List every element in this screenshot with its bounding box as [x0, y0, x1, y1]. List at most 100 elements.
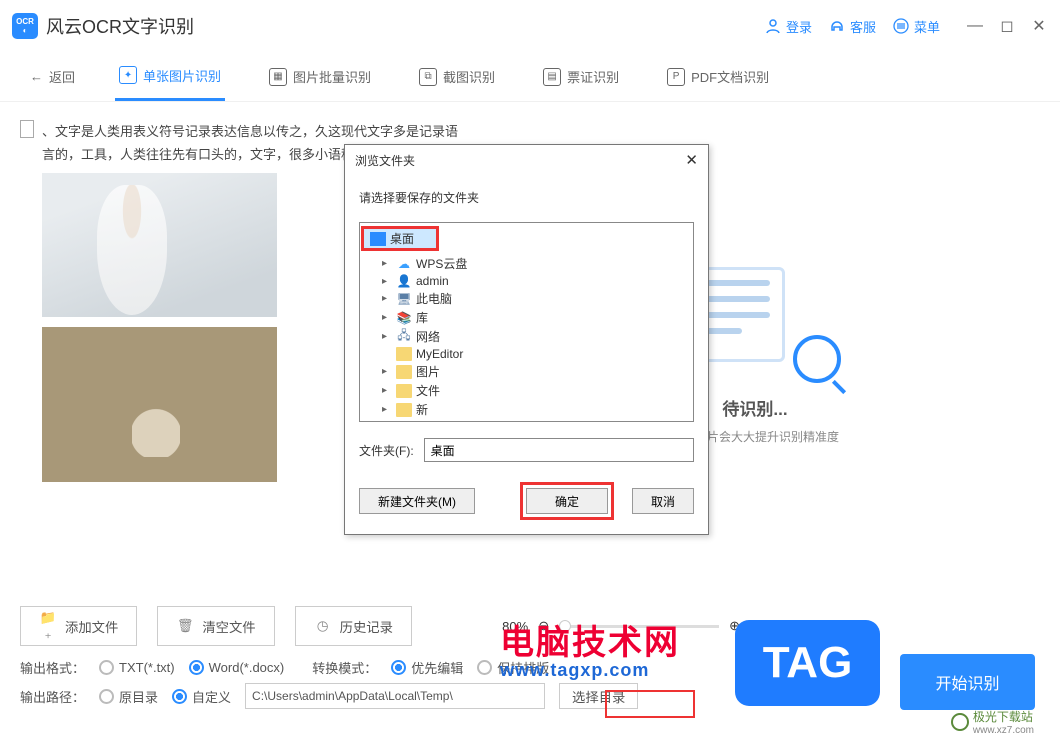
- radio-edit-first[interactable]: 优先编辑: [391, 658, 463, 677]
- browse-folder-dialog: 浏览文件夹 ✕ 请选择要保存的文件夹 桌面 ▸☁WPS云盘 ▸👤admin ▸🖥…: [344, 144, 709, 535]
- tree-item-net[interactable]: ▸🖧网络: [362, 327, 691, 346]
- zoom-control: 80% ⊖ ⊕: [502, 618, 740, 634]
- tab-ticket[interactable]: ▤票证识别: [539, 53, 623, 101]
- cancel-button[interactable]: 取消: [632, 488, 694, 514]
- ok-button[interactable]: 确定: [526, 488, 608, 514]
- cloud-icon: ☁: [396, 257, 412, 271]
- tree-item-resources[interactable]: 资源文件: [362, 419, 691, 422]
- tree-item-admin[interactable]: ▸👤admin: [362, 273, 691, 289]
- tab-batch-image[interactable]: ▦图片批量识别: [265, 53, 375, 101]
- pdf-icon: P: [667, 68, 685, 86]
- back-label: 返回: [49, 67, 75, 86]
- zoom-in-button[interactable]: ⊕: [729, 618, 740, 634]
- tree-item-desktop[interactable]: 桌面: [364, 229, 436, 248]
- new-folder-button[interactable]: 新建文件夹(M): [359, 488, 475, 514]
- tab-single-image[interactable]: ✦单张图片识别: [115, 53, 225, 101]
- clock-icon: ◷: [314, 617, 332, 635]
- zoom-slider[interactable]: [559, 625, 719, 628]
- app-title: 风云OCR文字识别: [46, 13, 194, 39]
- folder-plus-icon: 📁₊: [39, 617, 57, 635]
- tree-item-pc[interactable]: ▸🖥此电脑: [362, 289, 691, 308]
- folder-name-row: 文件夹(F):: [359, 438, 694, 462]
- path-input[interactable]: [245, 683, 545, 709]
- page-thumb[interactable]: [20, 120, 34, 138]
- photo-1: [42, 173, 277, 317]
- clear-file-button[interactable]: 🗑清空文件: [157, 606, 274, 646]
- dialog-title-bar[interactable]: 浏览文件夹 ✕: [345, 145, 708, 175]
- path-label: 输出路径：: [20, 687, 85, 706]
- minimize-button[interactable]: —: [966, 17, 984, 35]
- tree-item-images[interactable]: ▸图片: [362, 362, 691, 381]
- images-icon: ▦: [269, 68, 287, 86]
- support-button[interactable]: 客服: [828, 17, 876, 36]
- dialog-title: 浏览文件夹: [355, 152, 415, 169]
- crop-icon: ⧉: [419, 68, 437, 86]
- support-label: 客服: [850, 17, 876, 36]
- maximize-button[interactable]: ◻: [998, 17, 1016, 35]
- desktop-icon: [370, 232, 386, 246]
- dialog-body: 请选择要保存的文件夹 桌面 ▸☁WPS云盘 ▸👤admin ▸🖥此电脑 ▸📚库 …: [345, 175, 708, 472]
- tab-pdf[interactable]: PPDF文档识别: [663, 53, 773, 101]
- tree-item-myeditor[interactable]: MyEditor: [362, 346, 691, 362]
- arrow-left-icon: ←: [30, 69, 43, 84]
- tab-screenshot[interactable]: ⧉截图识别: [415, 53, 499, 101]
- network-icon: 🖧: [396, 330, 412, 344]
- library-icon: 📚: [396, 311, 412, 325]
- placeholder-title: 待识别...: [722, 395, 787, 420]
- zoom-out-button[interactable]: ⊖: [538, 618, 549, 634]
- tabbar: ← 返回 ✦单张图片识别 ▦图片批量识别 ⧉截图识别 ▤票证识别 PPDF文档识…: [0, 52, 1060, 102]
- chevron-right-icon: ▸: [382, 331, 392, 342]
- chevron-right-icon: ▸: [382, 385, 392, 396]
- back-button[interactable]: ← 返回: [30, 67, 75, 86]
- highlight-ok: 确定: [520, 482, 614, 520]
- history-button[interactable]: ◷历史记录: [295, 606, 412, 646]
- format-row: 输出格式： TXT(*.txt) Word(*.docx) 转换模式： 优先编辑…: [20, 658, 1040, 677]
- login-button[interactable]: 登录: [764, 17, 812, 36]
- folder-tree[interactable]: 桌面 ▸☁WPS云盘 ▸👤admin ▸🖥此电脑 ▸📚库 ▸🖧网络 MyEdit…: [359, 222, 694, 422]
- folder-icon: [396, 347, 412, 361]
- dialog-actions: 新建文件夹(M) 确定 取消: [345, 472, 708, 534]
- select-dir-button[interactable]: 选择目录: [559, 683, 638, 709]
- pc-icon: 🖥: [396, 292, 412, 306]
- folder-icon: [396, 403, 412, 417]
- folder-label: 文件夹(F):: [359, 442, 414, 459]
- chevron-right-icon: ▸: [382, 293, 392, 304]
- highlight-desktop: 桌面: [361, 226, 439, 251]
- radio-custom-dir[interactable]: 自定义: [172, 687, 231, 706]
- trash-icon: 🗑: [176, 617, 194, 635]
- header-right: 登录 客服 菜单 — ◻ ✕: [764, 17, 1048, 36]
- chevron-right-icon: ▸: [382, 258, 392, 269]
- user-icon: [764, 17, 782, 35]
- chevron-right-icon: ▸: [382, 312, 392, 323]
- menu-button[interactable]: 菜单: [892, 17, 940, 36]
- dialog-message: 请选择要保存的文件夹: [359, 189, 694, 206]
- dialog-close-button[interactable]: ✕: [685, 151, 698, 169]
- folder-icon: [396, 365, 412, 379]
- window-controls: — ◻ ✕: [966, 17, 1048, 35]
- folder-icon: [396, 422, 412, 423]
- mode-label: 转换模式：: [312, 658, 377, 677]
- path-row: 输出路径： 原目录 自定义 选择目录: [20, 683, 1040, 709]
- tree-item-files[interactable]: ▸文件: [362, 381, 691, 400]
- folder-icon: [396, 384, 412, 398]
- app-logo: OCR◐: [12, 13, 38, 39]
- radio-txt[interactable]: TXT(*.txt): [99, 660, 175, 675]
- radio-word[interactable]: Word(*.docx): [189, 660, 285, 675]
- close-button[interactable]: ✕: [1030, 17, 1048, 35]
- tree-item-lib[interactable]: ▸📚库: [362, 308, 691, 327]
- chevron-right-icon: ▸: [382, 276, 392, 287]
- radio-keep-layout[interactable]: 保持排版: [477, 658, 549, 677]
- chevron-right-icon: ▸: [382, 404, 392, 415]
- tree-item-wps[interactable]: ▸☁WPS云盘: [362, 254, 691, 273]
- start-button[interactable]: 开始识别: [900, 654, 1035, 710]
- add-file-button[interactable]: 📁₊添加文件: [20, 606, 137, 646]
- menu-label: 菜单: [914, 17, 940, 36]
- folder-name-input[interactable]: [424, 438, 694, 462]
- radio-orig-dir[interactable]: 原目录: [99, 687, 158, 706]
- image-icon: ✦: [119, 66, 137, 84]
- tree-item-new[interactable]: ▸新: [362, 400, 691, 419]
- search-icon: [793, 335, 841, 383]
- action-row: 📁₊添加文件 🗑清空文件 ◷历史记录 80% ⊖ ⊕: [20, 606, 1040, 646]
- headset-icon: [828, 17, 846, 35]
- user-folder-icon: 👤: [396, 274, 412, 288]
